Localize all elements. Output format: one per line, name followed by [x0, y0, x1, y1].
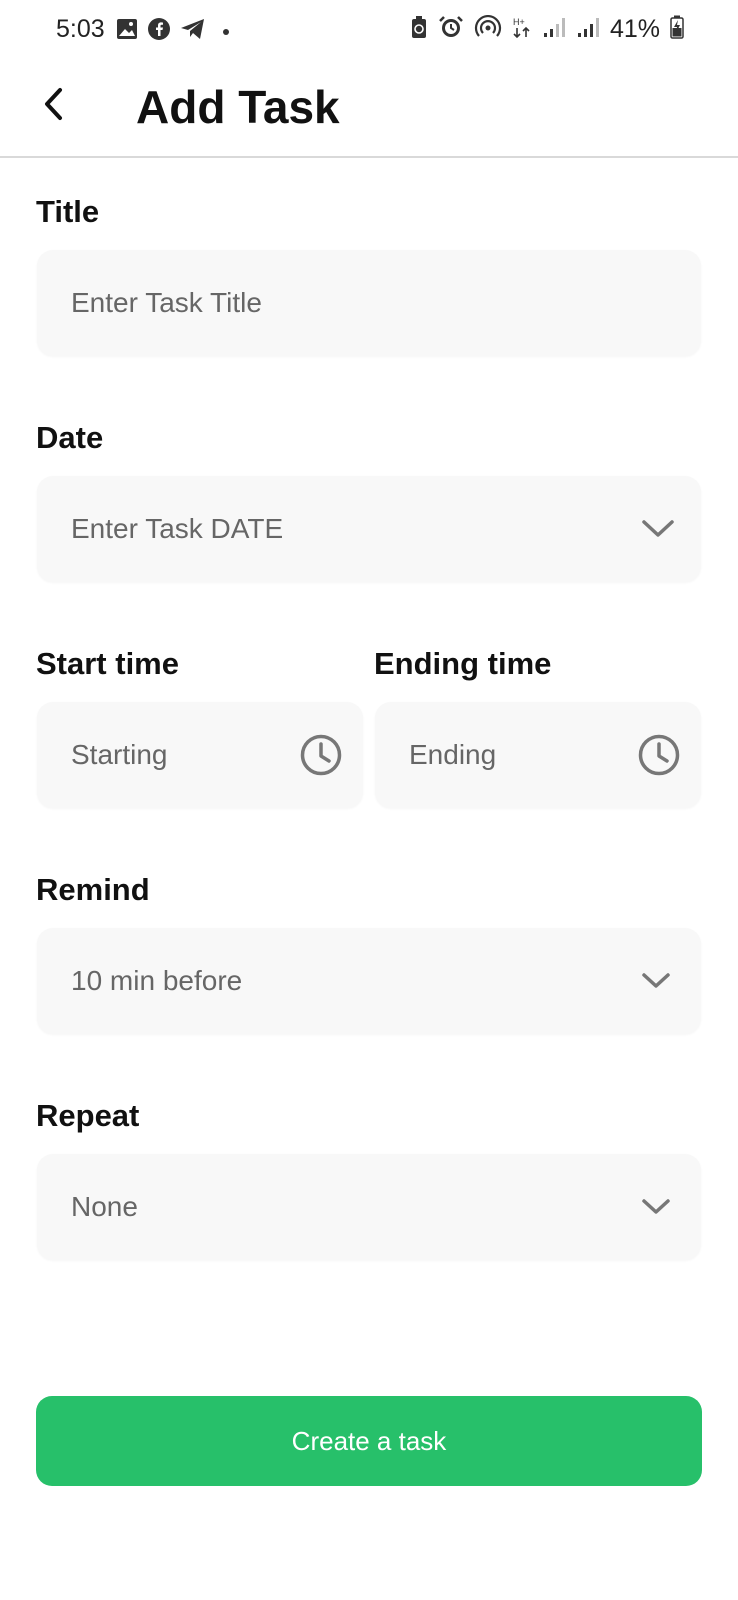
signal-icon	[576, 15, 600, 44]
chevron-down-icon[interactable]	[641, 972, 671, 990]
svg-text:H+: H+	[513, 17, 525, 27]
alarm-icon	[438, 15, 464, 44]
back-button[interactable]	[30, 82, 78, 130]
status-left-icons	[116, 17, 229, 46]
status-right-icons: H+ 41%	[410, 14, 684, 44]
date-label: Date	[36, 420, 104, 455]
repeat-label: Repeat	[36, 1098, 140, 1133]
end-time-input[interactable]	[409, 702, 629, 808]
battery-percentage: 41%	[609, 15, 660, 43]
facebook-icon	[147, 17, 171, 46]
clock-icon[interactable]	[637, 733, 681, 777]
end-time-label: Ending time	[374, 646, 552, 681]
notification-dot-icon	[223, 28, 229, 35]
repeat-select[interactable]: None	[37, 1154, 701, 1260]
start-time-label: Start time	[36, 646, 179, 681]
status-time: 5:03	[56, 15, 105, 43]
signal-icon	[542, 15, 566, 44]
clock-icon[interactable]	[299, 733, 343, 777]
title-input[interactable]	[71, 250, 671, 356]
hotspot-icon	[474, 14, 502, 44]
telegram-icon	[180, 18, 206, 45]
app-bar: Add Task	[0, 60, 738, 158]
repeat-value: None	[71, 1191, 138, 1222]
title-label: Title	[36, 194, 100, 229]
page-title: Add Task	[136, 81, 340, 133]
remind-select[interactable]: 10 min before	[37, 928, 701, 1034]
title-field[interactable]	[37, 250, 701, 356]
back-arrow-icon	[40, 86, 68, 127]
battery-saver-icon	[410, 15, 428, 44]
date-field[interactable]	[37, 476, 701, 582]
end-time-field[interactable]	[375, 702, 701, 808]
start-time-input[interactable]	[71, 702, 291, 808]
chevron-down-icon[interactable]	[641, 1198, 671, 1216]
chevron-down-icon[interactable]	[641, 519, 675, 539]
image-icon	[116, 18, 138, 45]
remind-value: 10 min before	[71, 965, 243, 996]
start-time-field[interactable]	[37, 702, 363, 808]
create-task-button[interactable]: Create a task	[36, 1396, 702, 1486]
battery-icon	[670, 15, 684, 44]
remind-label: Remind	[36, 872, 150, 907]
status-bar: 5:03 H+ 41%	[0, 0, 738, 60]
date-input[interactable]	[71, 476, 611, 582]
data-arrows-icon: H+	[512, 15, 532, 44]
